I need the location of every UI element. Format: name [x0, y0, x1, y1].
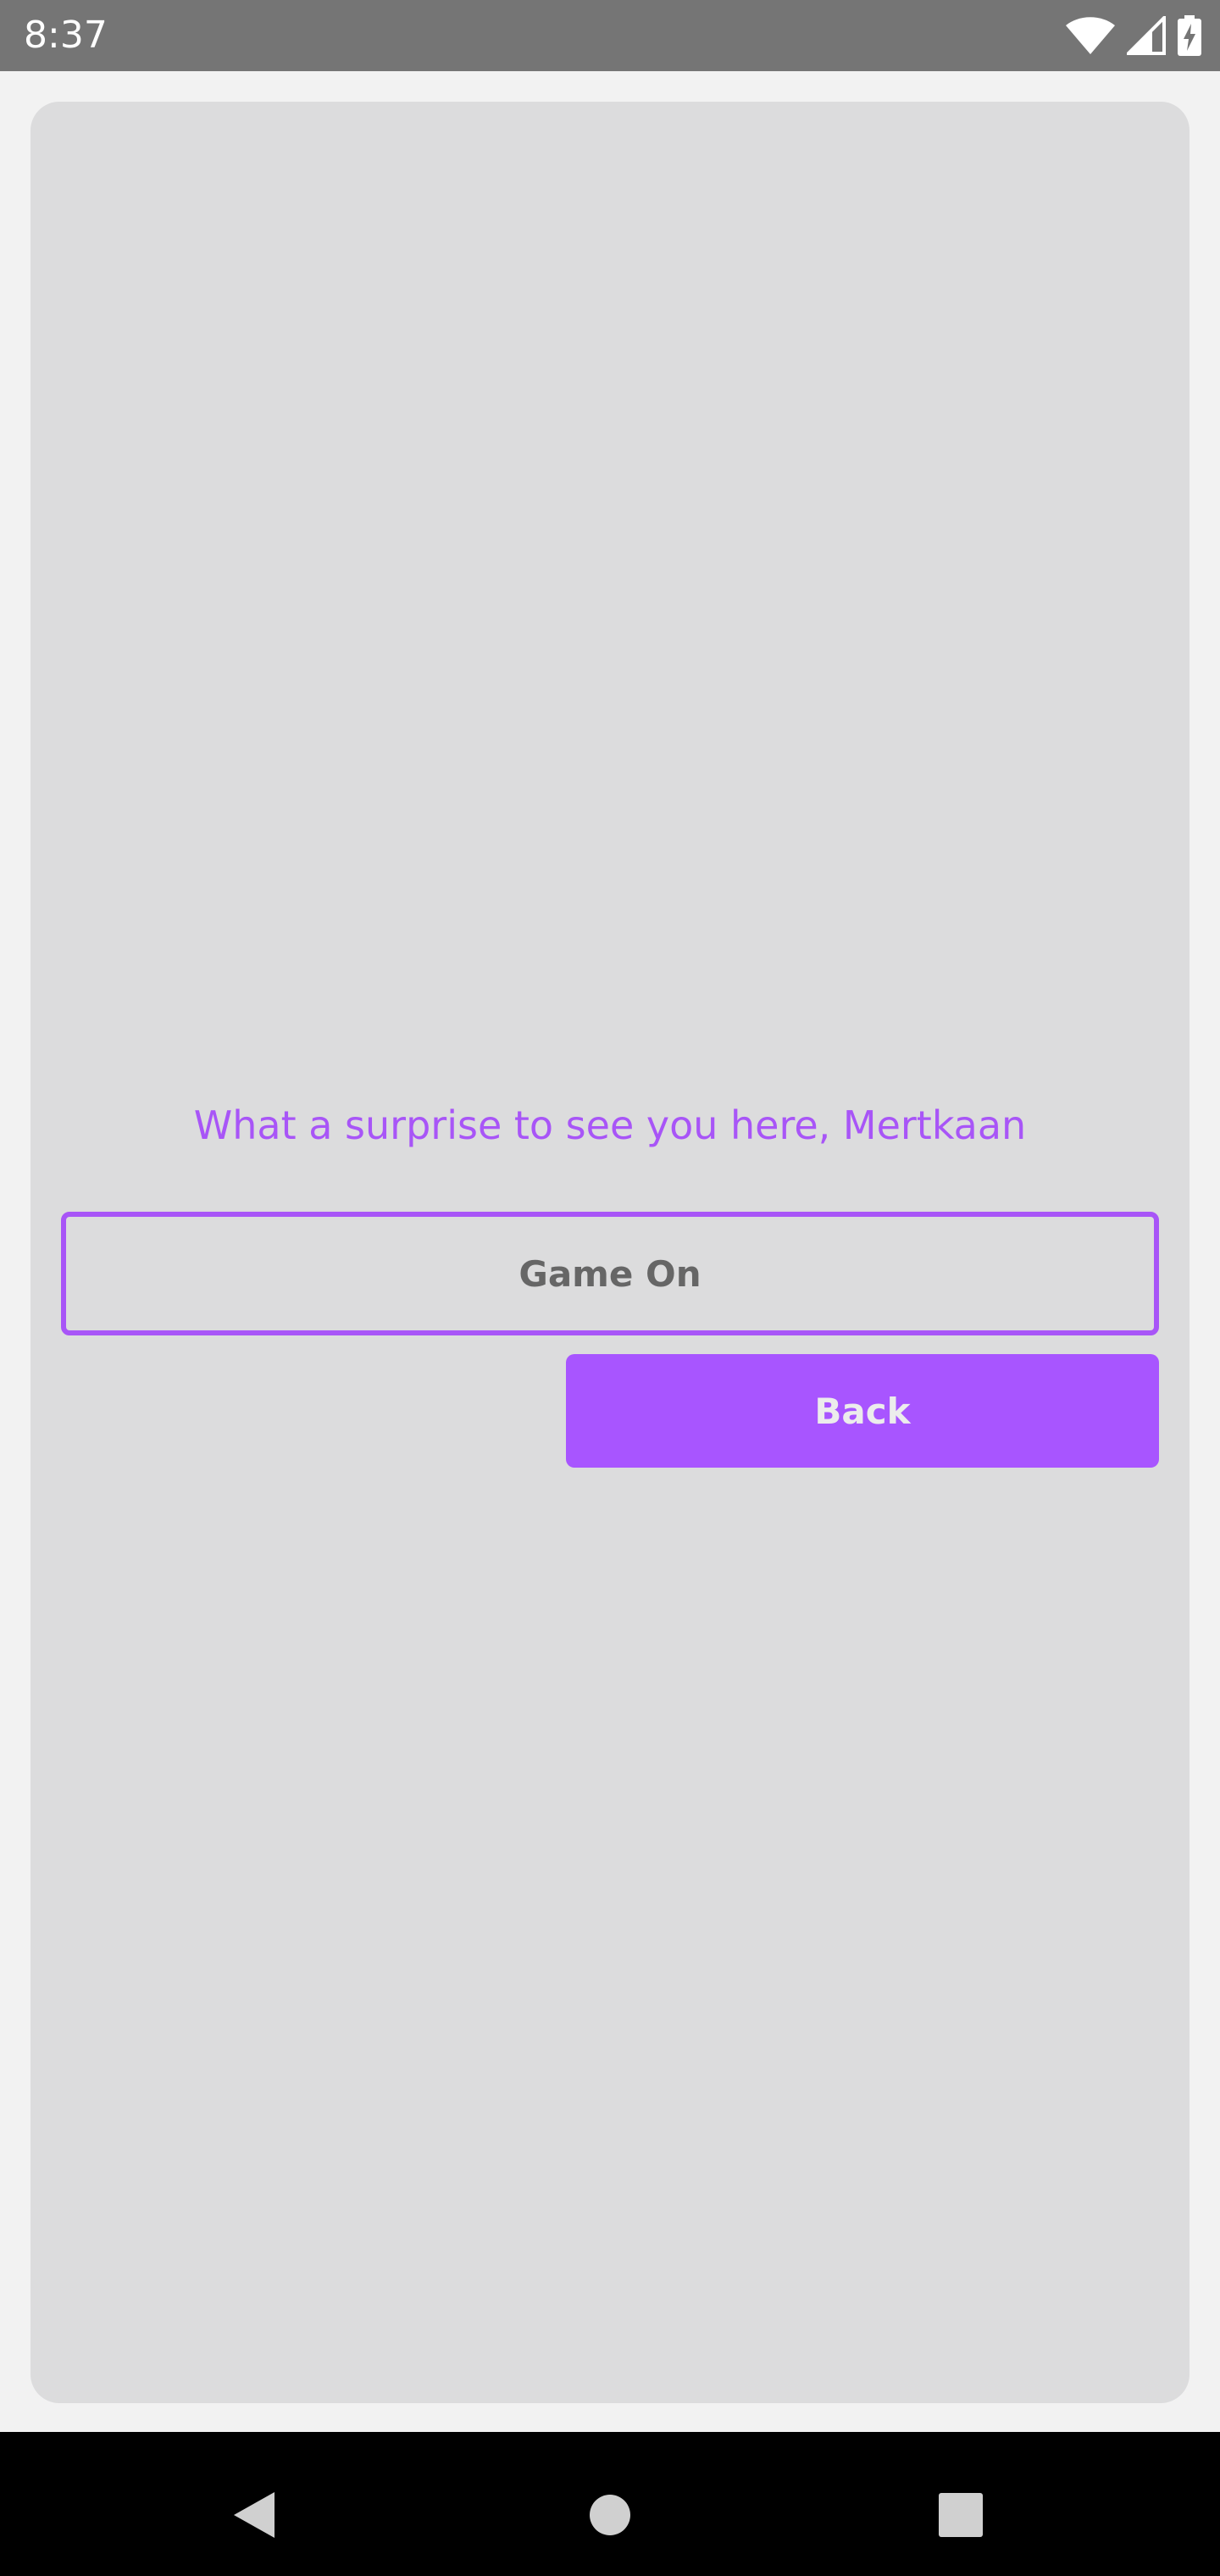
back-button[interactable]: Back	[566, 1354, 1159, 1468]
signal-icon	[1127, 16, 1166, 55]
navigation-bar	[0, 2432, 1220, 2576]
back-triangle-icon	[232, 2490, 276, 2544]
nav-home-button[interactable]	[559, 2466, 661, 2568]
status-time: 8:37	[24, 14, 108, 57]
nav-back-button[interactable]	[203, 2466, 305, 2568]
wifi-icon	[1066, 17, 1115, 54]
greeting-text: What a surprise to see you here, Mertkaa…	[193, 1102, 1027, 1148]
recents-square-icon	[938, 2492, 984, 2542]
nav-recents-button[interactable]	[910, 2466, 1012, 2568]
battery-charging-icon	[1178, 15, 1201, 56]
home-circle-icon	[588, 2493, 632, 2541]
status-bar: 8:37	[0, 0, 1220, 71]
game-on-button[interactable]: Game On	[61, 1212, 1159, 1335]
status-icons	[1066, 14, 1201, 58]
